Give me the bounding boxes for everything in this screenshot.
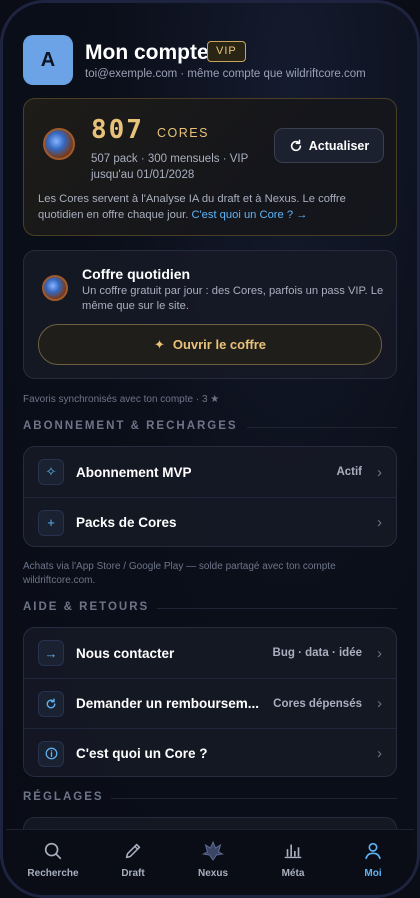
tab-label: Recherche [27,868,79,879]
chest-description: Un coffre gratuit par jour : des Cores, … [82,285,384,312]
section-title-help: AIDE & RETOURS [23,601,397,613]
row-refund[interactable]: Demander un remboursem... Cores dépensés… [24,678,396,728]
account-email: toi@exemple.com · même compte que wildri… [85,68,366,80]
chevron-right-icon: › [377,463,382,481]
tab-meta[interactable]: Méta [256,840,330,879]
tab-label: Moi [364,868,382,879]
row-value: Bug · data · idée [272,647,362,659]
tab-label: Draft [121,868,145,879]
chevron-right-icon: › [377,644,382,662]
page-title: Mon compte [85,41,209,64]
refresh-button[interactable]: Actualiser [274,128,384,163]
core-icon [43,128,75,160]
row-core-packs[interactable]: + Packs de Cores › [24,497,396,547]
cores-balance-card: 807 CORES 507 pack · 300 mensuels · VIP … [23,98,397,236]
vip-badge: VIP [207,41,246,62]
user-icon [365,842,381,860]
refresh-label: Actualiser [308,138,370,153]
bar-chart-icon [284,844,302,859]
row-label: C'est quoi un Core ? [76,746,208,761]
pencil-icon [125,843,141,859]
tab-label: Méta [281,868,305,879]
chest-title: Coffre quotidien [82,266,191,282]
row-value: Actif [336,466,362,478]
favorites-note: Favoris synchronisés avec ton compte · 3… [23,394,220,405]
row-value: Cores dépensés [273,697,362,710]
row-label: Demander un remboursem... [76,696,260,711]
tab-search[interactable]: Recherche [16,840,90,879]
bottom-tab-bar: Recherche Draft Nexus Méta Moi [6,829,414,895]
subscription-list: ✧ Abonnement MVP Actif › + Packs de Core… [23,446,397,547]
tab-draft[interactable]: Draft [96,840,170,879]
row-label: Nous contacter [76,645,175,661]
vip-expiry: jusqu'au 01/01/2028 [91,169,195,181]
open-chest-button[interactable]: ✦ Ouvrir le coffre [38,324,382,365]
open-chest-label: Ouvrir le coffre [172,337,267,352]
tab-me[interactable]: Moi [336,840,410,879]
arrow-right-icon: → [38,640,64,666]
chevron-right-icon: › [377,514,382,531]
chevron-right-icon: › [377,695,382,712]
sparkle-icon: ✦ [153,336,165,352]
plus-icon: + [38,509,64,536]
refresh-icon [290,139,301,151]
section-title-settings: RÉGLAGES [23,791,397,803]
sparkle-icon: ✧ [38,459,64,485]
chest-icon [42,275,68,301]
cores-meta: 507 pack · 300 mensuels · VIP jusqu'au 0… [91,151,281,183]
row-contact[interactable]: → Nous contacter Bug · data · idée › [24,628,396,678]
cores-breakdown: 507 pack · 300 mensuels · VIP [91,153,249,165]
cores-description: Les Cores servent à l'Analyse IA du draf… [38,191,382,223]
row-what-is-core[interactable]: C'est quoi un Core ? › [24,728,396,778]
tab-label: Nexus [197,868,228,879]
account-header: A Mon compte VIP toi@exemple.com · même … [23,35,397,85]
refresh-icon [38,690,64,717]
row-label: Packs de Cores [76,515,177,530]
cores-label: CORES [157,126,209,140]
search-icon [44,842,62,860]
info-icon [38,740,64,767]
nexus-icon [201,840,225,861]
avatar[interactable]: A [23,35,73,85]
daily-chest-card: Coffre quotidien Un coffre gratuit par j… [23,250,397,379]
cores-amount: 807 [91,115,144,145]
chevron-right-icon: › [377,745,382,762]
purchase-note: Achats via l'App Store / Google Play — s… [23,561,336,586]
help-list: → Nous contacter Bug · data · idée › Dem… [23,627,397,777]
what-is-core-link[interactable]: C'est quoi un Core ? → [191,209,307,221]
phone-frame: A Mon compte VIP toi@exemple.com · même … [0,0,420,898]
row-mvp-subscription[interactable]: ✧ Abonnement MVP Actif › [24,447,396,497]
row-label: Abonnement MVP [76,464,192,480]
tab-nexus[interactable]: Nexus [176,840,250,879]
section-title-subscription: ABONNEMENT & RECHARGES [23,420,397,432]
